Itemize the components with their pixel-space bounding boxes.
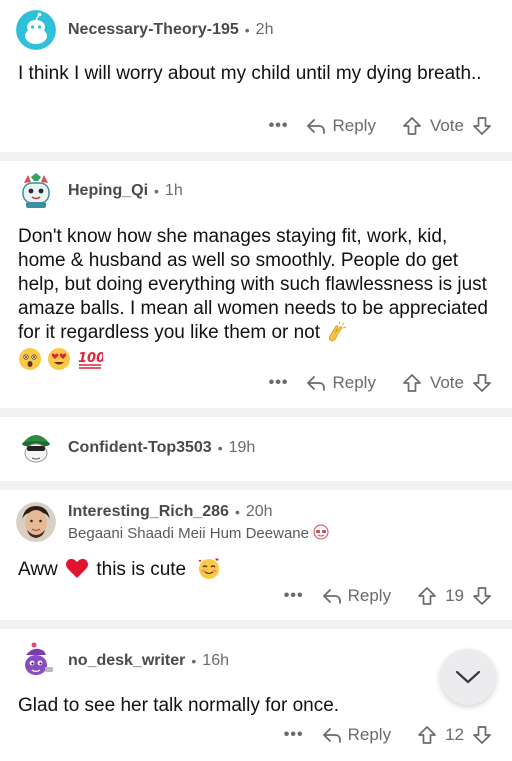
- separator-dot: •: [234, 503, 240, 520]
- vote-control: Vote: [402, 373, 492, 393]
- comment-3-collapsed[interactable]: Confident-Top3503 • 19h: [0, 417, 512, 481]
- avatar[interactable]: [16, 502, 56, 542]
- red-heart-emoji-icon: [66, 558, 89, 578]
- comment-body-text: Don't know how she manages staying fit, …: [18, 226, 488, 343]
- vote-label: Vote: [429, 116, 464, 135]
- timestamp: 2h: [255, 21, 274, 38]
- reply-label: Reply: [332, 116, 376, 135]
- reply-arrow-icon: [307, 376, 326, 391]
- comment-2: Heping_Qi • 1h Don't know how she manage…: [0, 161, 512, 408]
- username[interactable]: Necessary-Theory-195: [68, 21, 239, 39]
- username[interactable]: Interesting_Rich_286: [68, 503, 229, 521]
- chevron-down-icon: [455, 670, 481, 684]
- svg-text:100: 100: [78, 351, 103, 366]
- username[interactable]: no_desk_writer: [68, 652, 185, 670]
- comment-separator: [0, 408, 512, 417]
- reply-label: Reply: [332, 373, 376, 392]
- comment-header: Interesting_Rich_286 • 20h Begaani Shaad…: [16, 502, 329, 542]
- reply-label: Reply: [347, 586, 392, 605]
- comment-body-text-start: Aww: [18, 559, 58, 580]
- upvote-arrow-icon[interactable]: [417, 586, 437, 606]
- reply-button[interactable]: Reply: [306, 116, 376, 136]
- timestamp: 16h: [202, 652, 229, 669]
- comment-separator: [0, 152, 512, 161]
- user-flair-text: Begaani Shaadi Meii Hum Deewane: [68, 524, 309, 542]
- sunglasses-face-emoji-icon: [313, 524, 329, 539]
- more-options-button[interactable]: •••: [284, 726, 304, 744]
- comment-actions: ••• Reply 19: [284, 586, 492, 606]
- comment-header: Confident-Top3503 • 19h: [16, 428, 255, 468]
- comment-4: Interesting_Rich_286 • 20h Begaani Shaad…: [0, 490, 512, 620]
- timestamp: 20h: [245, 502, 273, 520]
- separator-dot: •: [154, 183, 159, 199]
- upvote-arrow-icon[interactable]: [417, 725, 437, 745]
- username[interactable]: Confident-Top3503: [68, 439, 212, 457]
- comment-1: Necessary-Theory-195 • 2h I think I will…: [0, 0, 512, 152]
- comment-actions: ••• Reply 12: [284, 725, 492, 745]
- comment-body-text-end: this is cute: [96, 559, 187, 580]
- avatar[interactable]: [16, 10, 56, 50]
- more-options-button[interactable]: •••: [284, 587, 304, 605]
- comment-body: Aww this is cute: [18, 556, 486, 582]
- avatar[interactable]: [16, 641, 56, 681]
- comment-header: Heping_Qi • 1h: [16, 171, 183, 211]
- vote-control: 19: [417, 586, 492, 606]
- separator-dot: •: [244, 22, 250, 38]
- more-options-button[interactable]: •••: [269, 117, 289, 135]
- comment-body: I think I will worry about my child unti…: [18, 63, 482, 84]
- smiling-face-with-hearts-emoji-icon: [199, 558, 220, 579]
- reply-button[interactable]: Reply: [322, 725, 391, 745]
- reply-label: Reply: [347, 725, 392, 744]
- comment-actions: ••• Reply Vote: [269, 116, 492, 136]
- timestamp: 1h: [164, 182, 183, 199]
- vote-control: Vote: [402, 116, 492, 136]
- vote-count: 19: [445, 586, 464, 605]
- separator-dot: •: [191, 653, 197, 669]
- downvote-arrow-icon[interactable]: [472, 373, 492, 393]
- user-flair: Begaani Shaadi Meii Hum Deewane: [68, 524, 329, 542]
- comment-body: Don't know how she manages staying fit, …: [18, 225, 490, 371]
- comment-header: Necessary-Theory-195 • 2h: [16, 10, 273, 50]
- comment-actions: ••• Reply Vote: [269, 373, 492, 393]
- reply-arrow-icon: [322, 728, 341, 743]
- vote-control: 12: [417, 725, 492, 745]
- downvote-arrow-icon[interactable]: [472, 116, 492, 136]
- comment-header: no_desk_writer • 16h: [16, 641, 229, 681]
- next-comment-button[interactable]: [440, 649, 496, 705]
- upvote-arrow-icon[interactable]: [402, 116, 422, 136]
- more-options-button[interactable]: •••: [269, 374, 289, 392]
- username[interactable]: Heping_Qi: [68, 182, 148, 200]
- downvote-arrow-icon[interactable]: [472, 725, 492, 745]
- avatar[interactable]: [16, 428, 56, 468]
- reply-arrow-icon: [307, 119, 326, 134]
- downvote-arrow-icon[interactable]: [472, 586, 492, 606]
- comment-body: Glad to see her talk normally for once.: [18, 695, 340, 716]
- comment-separator: [0, 481, 512, 490]
- upvote-arrow-icon[interactable]: [402, 373, 422, 393]
- reply-button[interactable]: Reply: [322, 586, 391, 606]
- astonished-face-emoji-icon: [19, 348, 41, 370]
- heart-eyes-emoji-icon: [48, 348, 71, 370]
- comment-5: no_desk_writer • 16h Glad to see her tal…: [0, 629, 512, 761]
- reply-button[interactable]: Reply: [306, 373, 376, 393]
- avatar[interactable]: [16, 171, 56, 211]
- clapping-hands-emoji-icon: [329, 321, 347, 342]
- hundred-points-emoji-icon: 100: [78, 351, 103, 369]
- separator-dot: •: [217, 440, 223, 456]
- comment-separator: [0, 620, 512, 629]
- reply-arrow-icon: [322, 589, 341, 604]
- vote-label: Vote: [429, 373, 464, 392]
- timestamp: 19h: [228, 439, 256, 456]
- vote-count: 12: [445, 725, 464, 744]
